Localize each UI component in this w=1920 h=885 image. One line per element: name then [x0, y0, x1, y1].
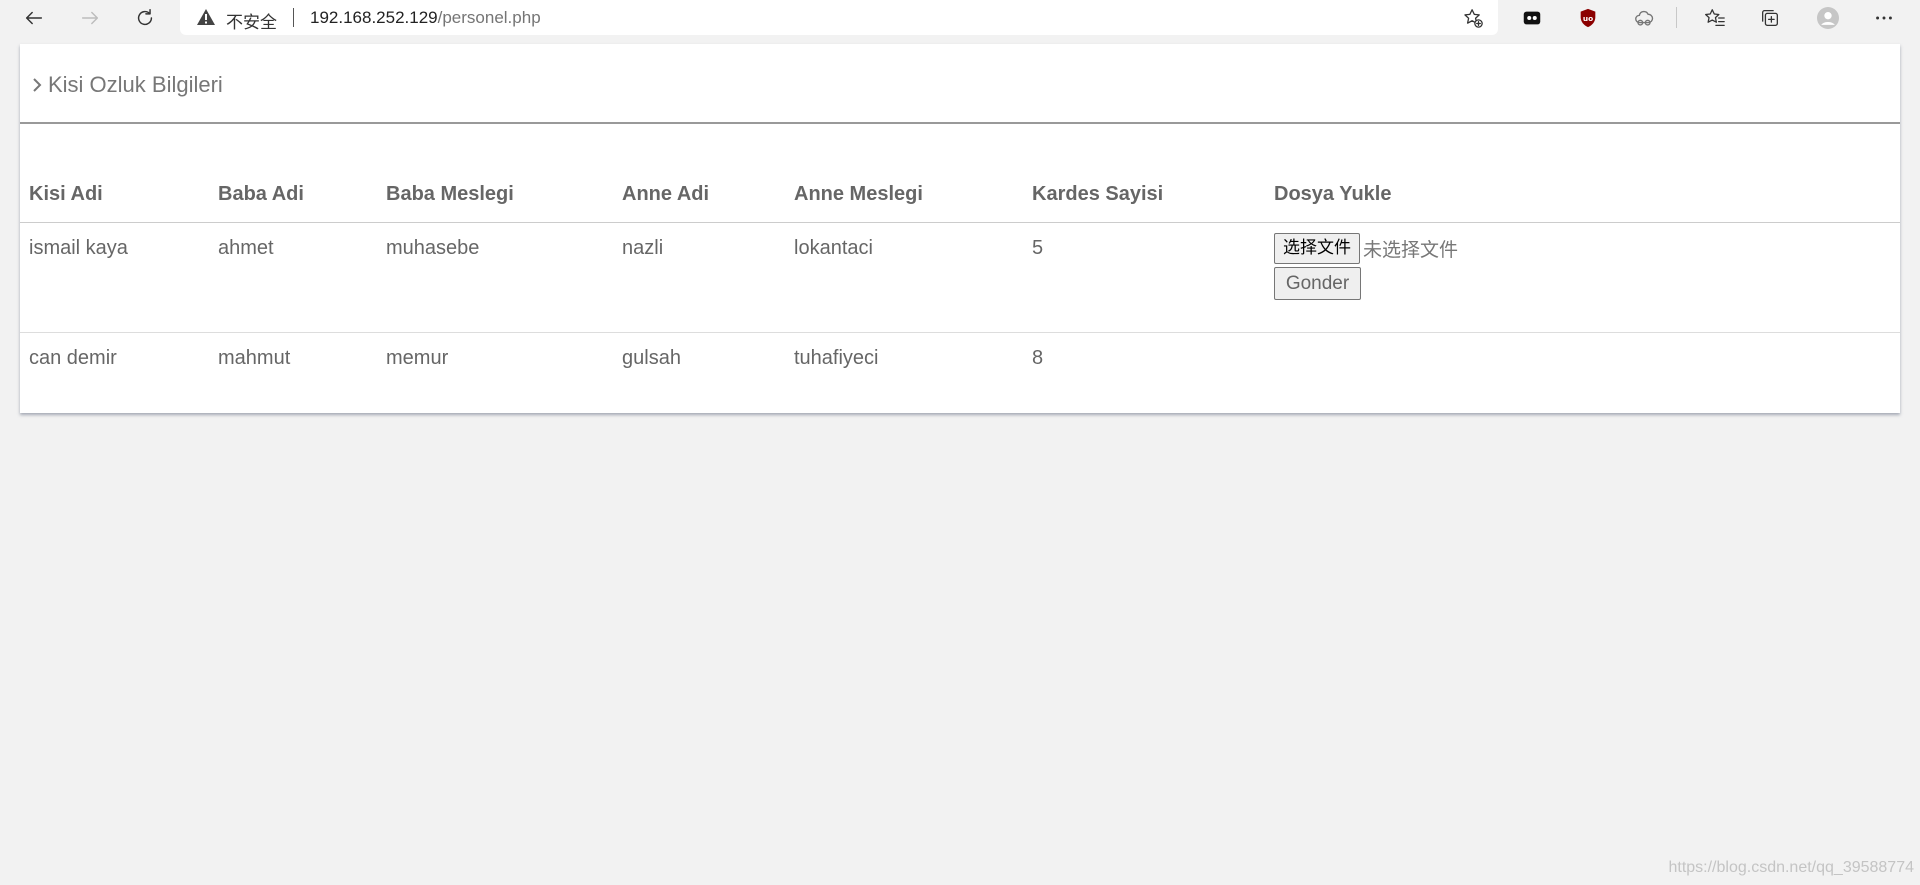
collections-icon[interactable] — [1755, 3, 1785, 33]
warning-icon[interactable] — [196, 8, 216, 26]
cell-anne-adi: gulsah — [622, 346, 681, 369]
column-header-dosya-yukle: Dosya Yukle — [1265, 168, 1900, 223]
file-upload-control: 选择文件 未选择文件 — [1274, 232, 1900, 264]
column-header-anne-adi: Anne Adi — [613, 168, 785, 223]
cell-kardes-sayisi: 5 — [1023, 222, 1265, 333]
cell-kisi-adi: ismail kaya — [20, 222, 209, 333]
submit-button[interactable]: Gonder — [1274, 266, 1361, 300]
toolbar-separator — [1676, 7, 1677, 28]
svg-text:uo: uo — [1583, 14, 1593, 23]
forward-arrow-icon[interactable] — [75, 3, 105, 33]
address-separator — [293, 8, 294, 27]
watermark: https://blog.csdn.net/qq_39588774 — [1668, 859, 1914, 876]
favorites-icon[interactable] — [1700, 3, 1730, 33]
column-header-baba-adi: Baba Adi — [209, 168, 377, 223]
cell-anne-adi: nazli — [613, 222, 785, 333]
chevron-right-icon — [33, 78, 42, 92]
cloud-extension-icon[interactable] — [1629, 3, 1659, 33]
extension-icon[interactable] — [1517, 3, 1547, 33]
column-header-kardes-sayisi: Kardes Sayisi — [1023, 168, 1265, 223]
table-row: can demir mahmut memur gulsah tuhafiyeci… — [20, 332, 1900, 412]
cell-kisi-adi: can demir — [29, 346, 117, 369]
url-text[interactable]: 192.168.252.129/personel.php — [310, 8, 541, 28]
cell-dosya-yukle — [1265, 332, 1900, 412]
address-bar[interactable]: 不安全 192.168.252.129/personel.php — [180, 0, 1498, 35]
refresh-icon[interactable] — [130, 3, 160, 33]
page-title: Kisi Ozluk Bilgileri — [30, 72, 223, 98]
table-header-row: Kisi Adi Baba Adi Baba Meslegi Anne Adi … — [20, 168, 1900, 223]
cell-baba-meslegi: memur — [386, 346, 449, 369]
column-header-anne-meslegi: Anne Meslegi — [785, 168, 1023, 223]
personnel-table: Kisi Adi Baba Adi Baba Meslegi Anne Adi … — [20, 168, 1900, 412]
back-arrow-icon[interactable] — [19, 3, 49, 33]
page-title-text: Kisi Ozluk Bilgileri — [48, 72, 223, 97]
personnel-panel: Kisi Ozluk Bilgileri Kisi Adi Baba Adi B… — [20, 44, 1900, 413]
url-host: 192.168.252.129 — [310, 8, 438, 27]
url-path: /personel.php — [437, 8, 541, 27]
more-menu-icon[interactable] — [1869, 3, 1899, 33]
choose-file-button[interactable]: 选择文件 — [1274, 232, 1360, 264]
column-header-kisi-adi: Kisi Adi — [20, 168, 209, 223]
cell-kardes-sayisi: 8 — [1032, 346, 1044, 369]
security-label[interactable]: 不安全 — [226, 8, 277, 33]
cell-anne-meslegi: lokantaci — [785, 222, 1023, 333]
cell-dosya-yukle: 选择文件 未选择文件 Gonder — [1265, 222, 1900, 333]
cell-baba-meslegi: muhasebe — [377, 222, 613, 333]
add-favorite-icon[interactable] — [1460, 5, 1486, 31]
shield-extension-icon[interactable]: uo — [1573, 3, 1603, 33]
cell-anne-meslegi: tuhafiyeci — [794, 346, 879, 369]
cell-baba-adi: mahmut — [218, 346, 291, 369]
no-file-chosen-label: 未选择文件 — [1363, 238, 1459, 261]
panel-header: Kisi Ozluk Bilgileri — [20, 44, 1900, 124]
column-header-baba-meslegi: Baba Meslegi — [377, 168, 613, 223]
browser-toolbar: 不安全 192.168.252.129/personel.php uo — [0, 0, 1920, 35]
profile-avatar-icon[interactable] — [1813, 3, 1843, 33]
cell-baba-adi: ahmet — [209, 222, 377, 333]
table-row: ismail kaya ahmet muhasebe nazli lokanta… — [20, 222, 1900, 333]
